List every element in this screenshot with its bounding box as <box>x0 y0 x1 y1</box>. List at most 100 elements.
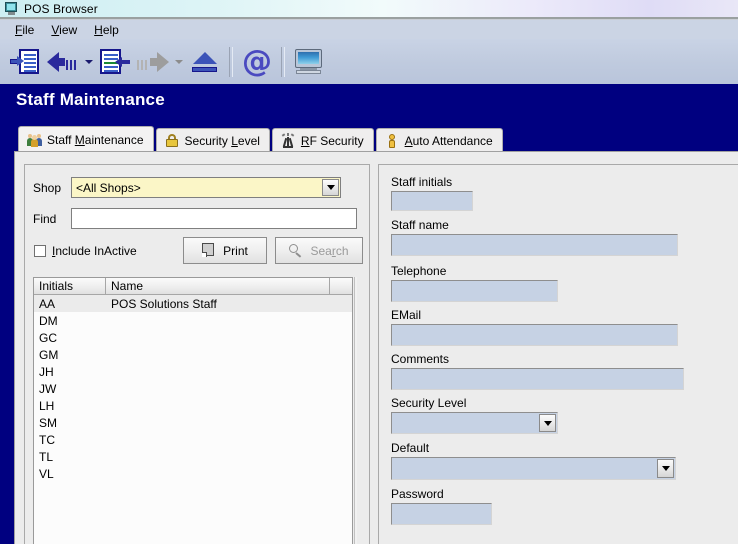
chevron-down-icon <box>661 466 670 471</box>
table-row[interactable]: DM <box>34 312 352 329</box>
table-row[interactable]: JH <box>34 363 352 380</box>
find-row: Find <box>33 208 357 229</box>
eject-icon <box>192 51 218 73</box>
menubar: File View Help <box>0 20 738 39</box>
telephone-input[interactable] <box>391 280 558 302</box>
cell-initials: LH <box>39 398 55 413</box>
table-row[interactable]: JW <box>34 380 352 397</box>
tab-strip: Staff Maintenance Security Level RF Secu… <box>18 126 505 152</box>
magnifier-icon <box>289 243 303 258</box>
field-comments: Comments <box>391 352 684 390</box>
toolbar-eject-button[interactable] <box>186 42 224 82</box>
field-staff-name: Staff name <box>391 218 678 256</box>
default-select[interactable] <box>391 457 676 480</box>
password-input[interactable] <box>391 503 492 525</box>
include-inactive-label: Include InActive <box>52 244 137 258</box>
comments-input[interactable] <box>391 368 684 390</box>
table-row[interactable]: GM <box>34 346 352 363</box>
include-inactive-row[interactable]: Include InActive <box>34 244 137 258</box>
forward-arrow-icon <box>137 51 169 72</box>
field-password: Password <box>391 487 492 525</box>
column-header-initials[interactable]: Initials <box>34 278 106 295</box>
telephone-label: Telephone <box>391 264 447 278</box>
cell-initials: GC <box>39 330 57 345</box>
menu-item-help[interactable]: Help <box>86 22 128 38</box>
security-level-select[interactable] <box>391 412 558 434</box>
email-label: EMail <box>391 308 422 322</box>
field-security-level: Security Level <box>391 396 558 434</box>
include-inactive-checkbox[interactable] <box>34 245 46 257</box>
find-input[interactable] <box>71 208 357 229</box>
staff-grid-scrollbar[interactable] <box>354 277 357 544</box>
cell-initials: JW <box>39 381 57 396</box>
find-label: Find <box>33 211 57 226</box>
staff-search-panel: Shop <All Shops> Find Include InActive P… <box>24 164 370 544</box>
window-titlebar: POS Browser <box>0 0 738 17</box>
table-row[interactable]: SM <box>34 414 352 431</box>
comments-label: Comments <box>391 352 450 366</box>
staff-initials-input[interactable] <box>391 191 473 211</box>
window-title: POS Browser <box>24 1 98 16</box>
staff-name-input[interactable] <box>391 234 678 256</box>
toolbar-terminal-button[interactable] <box>290 42 328 82</box>
at-email-icon: @ <box>242 43 272 79</box>
toolbar-document-in-button[interactable] <box>96 42 134 82</box>
staff-grid-body: AA POS Solutions Staff DM GC GM JH JW LH… <box>34 295 352 482</box>
cell-initials: SM <box>39 415 57 430</box>
tab-rf-security[interactable]: RF Security <box>271 128 374 152</box>
tab-security-level-label: Security Level <box>184 133 260 148</box>
toolbar-separator-1 <box>229 46 233 77</box>
menu-item-view[interactable]: View <box>43 22 86 38</box>
search-button[interactable]: Search <box>275 237 363 264</box>
email-input[interactable] <box>391 324 678 346</box>
rf-antenna-icon <box>281 133 296 148</box>
table-row[interactable]: VL <box>34 465 352 482</box>
shop-label: Shop <box>33 180 62 195</box>
window-monitor-icon <box>4 1 20 16</box>
tab-auto-attendance[interactable]: Auto Attendance <box>375 128 503 152</box>
tab-staff-maintenance-label: Staff Maintenance <box>47 132 144 147</box>
print-document-icon <box>202 243 216 258</box>
toolbar-open-record-button[interactable] <box>6 42 44 82</box>
toolbar-back-button[interactable] <box>44 42 82 82</box>
toolbar-back-dropdown-button[interactable] <box>82 42 96 82</box>
staff-grid[interactable]: Initials Name AA POS Solutions Staff DM … <box>33 277 353 544</box>
cell-initials: TC <box>39 432 55 447</box>
cell-initials: AA <box>39 296 56 311</box>
tab-staff-maintenance[interactable]: Staff Maintenance <box>18 126 154 152</box>
cell-initials: JH <box>39 364 54 379</box>
staff-initials-label: Staff initials <box>391 175 453 189</box>
tab-security-level[interactable]: Security Level <box>155 128 270 152</box>
password-label: Password <box>391 487 444 501</box>
toolbar-email-button[interactable]: @ <box>238 42 276 82</box>
toolbar-separator-2 <box>281 46 285 77</box>
shop-dropdown-button[interactable] <box>322 179 339 196</box>
column-header-name[interactable]: Name <box>106 278 330 295</box>
cell-initials: VL <box>39 466 54 481</box>
table-row[interactable]: GC <box>34 329 352 346</box>
search-button-label: Search <box>310 243 349 258</box>
open-record-icon <box>10 48 40 76</box>
person-icon <box>385 133 400 148</box>
default-dropdown-button[interactable] <box>657 459 674 478</box>
back-dropdown-caret-icon <box>85 59 93 64</box>
field-email: EMail <box>391 308 678 346</box>
shop-select-value: <All Shops> <box>76 180 141 195</box>
shop-row: Shop <All Shops> <box>33 177 341 198</box>
forward-dropdown-caret-icon <box>175 59 183 64</box>
cell-name: POS Solutions Staff <box>111 296 217 311</box>
back-arrow-icon <box>47 51 79 72</box>
table-row[interactable]: TL <box>34 448 352 465</box>
people-icon <box>27 132 42 147</box>
table-row[interactable]: AA POS Solutions Staff <box>34 295 352 312</box>
shop-select[interactable]: <All Shops> <box>71 177 341 198</box>
staff-grid-header: Initials Name <box>34 278 352 295</box>
page-title: Staff Maintenance <box>16 90 165 109</box>
column-header-blank[interactable] <box>330 278 352 295</box>
table-row[interactable]: TC <box>34 431 352 448</box>
table-row[interactable]: LH <box>34 397 352 414</box>
security-level-label: Security Level <box>391 396 467 410</box>
print-button[interactable]: Print <box>183 237 267 264</box>
security-level-dropdown-button[interactable] <box>539 414 556 432</box>
menu-item-file[interactable]: File <box>7 22 43 38</box>
